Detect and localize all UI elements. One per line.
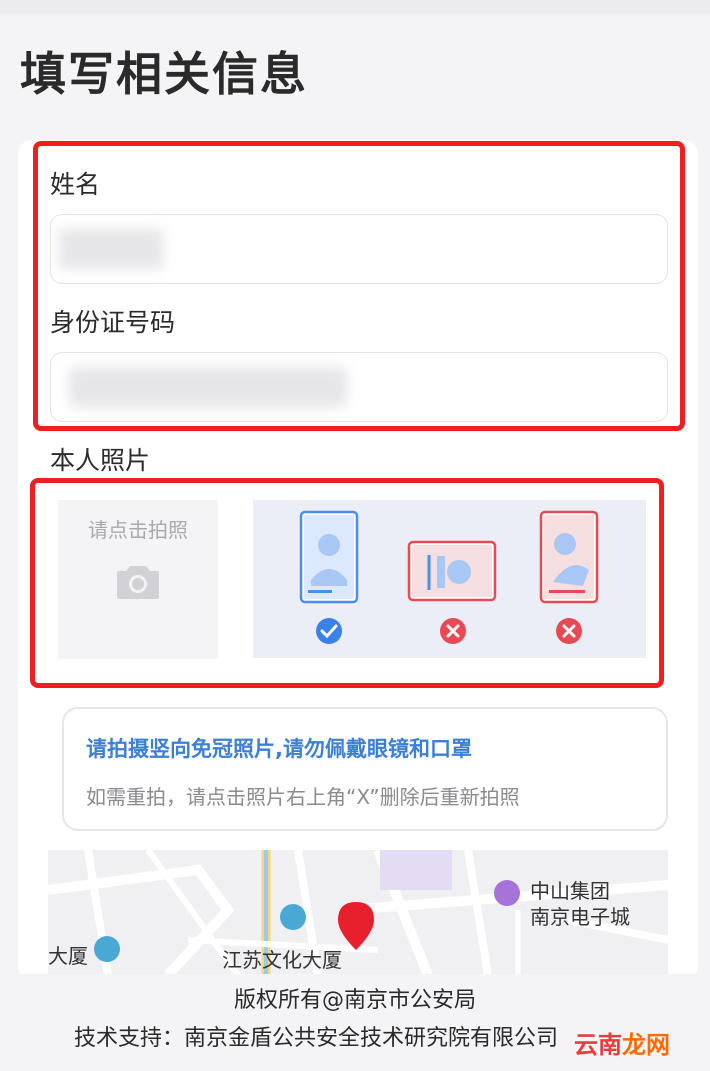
shopping-poi-icon	[494, 880, 520, 906]
highlight-box-photo	[30, 478, 664, 688]
photo-label: 本人照片	[50, 446, 151, 475]
watermark-logo: 云南龙网	[574, 1031, 670, 1059]
location-pin-icon	[338, 902, 374, 950]
map-poi-label-3: 大厦	[48, 944, 88, 968]
tip-sub-text: 如需重拍，请点击照片右上角“X”删除后重新拍照	[86, 785, 520, 809]
building-poi-icon	[280, 904, 306, 930]
map-poi-label-1: 中山集团 南京电子城	[530, 879, 630, 929]
tech-support-text: 技术支持：南京金盾公共安全技术研究院有限公司	[74, 1026, 559, 1051]
tip-main-text: 请拍摄竖向免冠照片,请勿佩戴眼镜和口罩	[86, 737, 472, 761]
photo-tip-box: 请拍摄竖向免冠照片,请勿佩戴眼镜和口罩 如需重拍，请点击照片右上角“X”删除后重…	[62, 707, 668, 831]
highlight-box-identity	[33, 141, 685, 431]
top-strip	[0, 0, 710, 14]
location-map[interactable]: 中山集团 南京电子城 江苏文化大厦 大厦	[48, 850, 668, 975]
copyright-text: 版权所有@南京市公安局	[233, 988, 476, 1013]
building-poi-icon-2	[94, 936, 120, 962]
page-title: 填写相关信息	[20, 47, 308, 101]
map-poi-label-2: 江苏文化大厦	[222, 948, 342, 972]
